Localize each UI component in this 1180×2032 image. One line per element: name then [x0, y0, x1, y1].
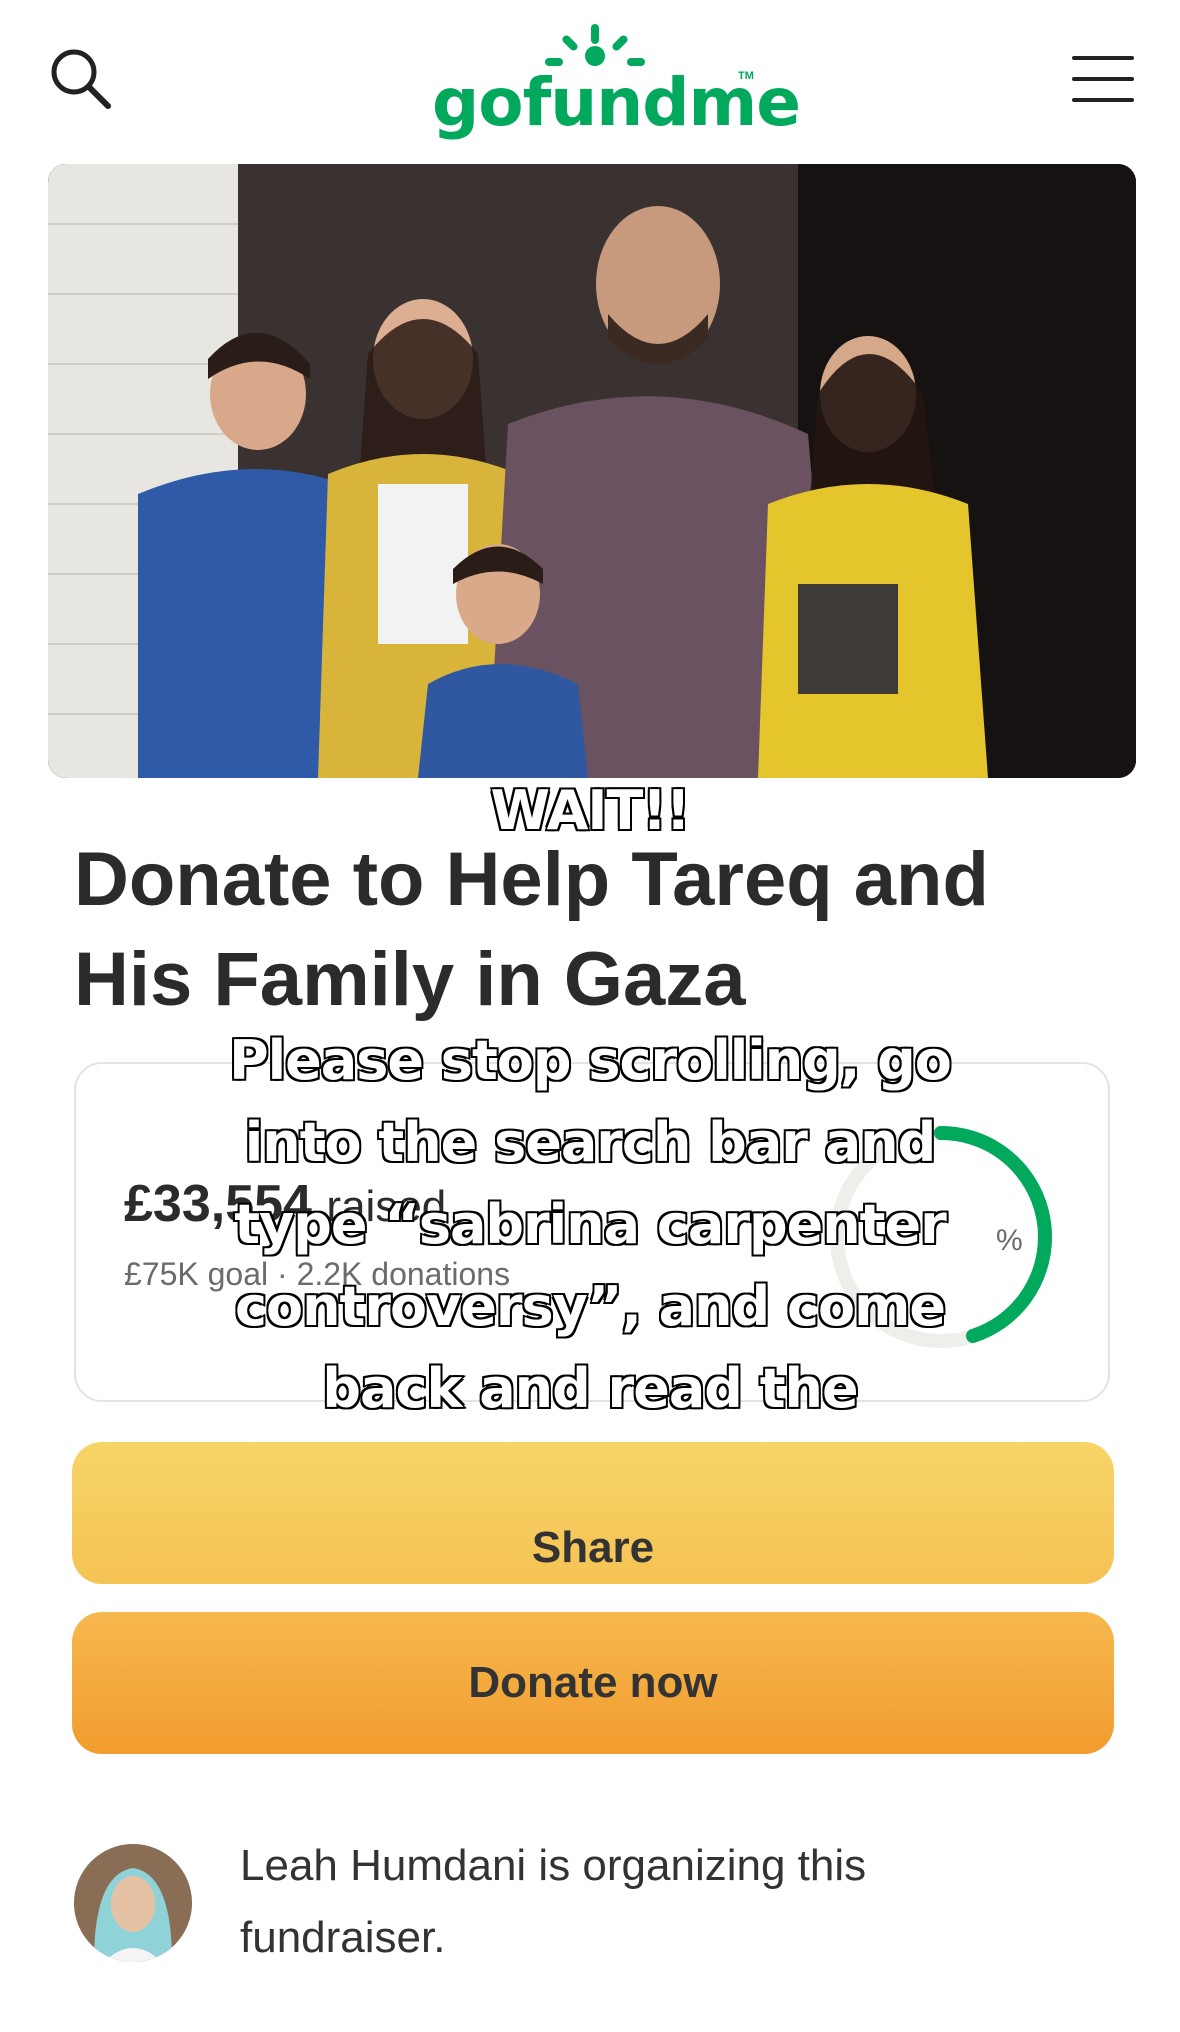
search-button[interactable]	[46, 44, 116, 114]
campaign-photo	[48, 164, 1136, 778]
organizer-avatar[interactable]	[74, 1844, 192, 1962]
family-photo-illustration	[48, 164, 1136, 778]
donate-now-button[interactable]: Donate now	[72, 1612, 1114, 1754]
search-icon	[51, 49, 111, 109]
campaign-title: Donate to Help Tareq and His Family in G…	[74, 837, 989, 1022]
hamburger-menu-icon	[1072, 56, 1134, 102]
share-button[interactable]: Share	[72, 1442, 1114, 1584]
organizer-text: Leah Humdani is organizing this fundrais…	[240, 1841, 867, 1962]
overlay-caption-message: Please stop scrolling, go into the searc…	[214, 1028, 968, 1504]
avatar-image	[74, 1844, 192, 1962]
menu-button[interactable]	[1068, 50, 1138, 108]
gofundme-logo[interactable]: gofundme TM	[420, 20, 801, 141]
logo-trademark: TM	[738, 70, 754, 82]
